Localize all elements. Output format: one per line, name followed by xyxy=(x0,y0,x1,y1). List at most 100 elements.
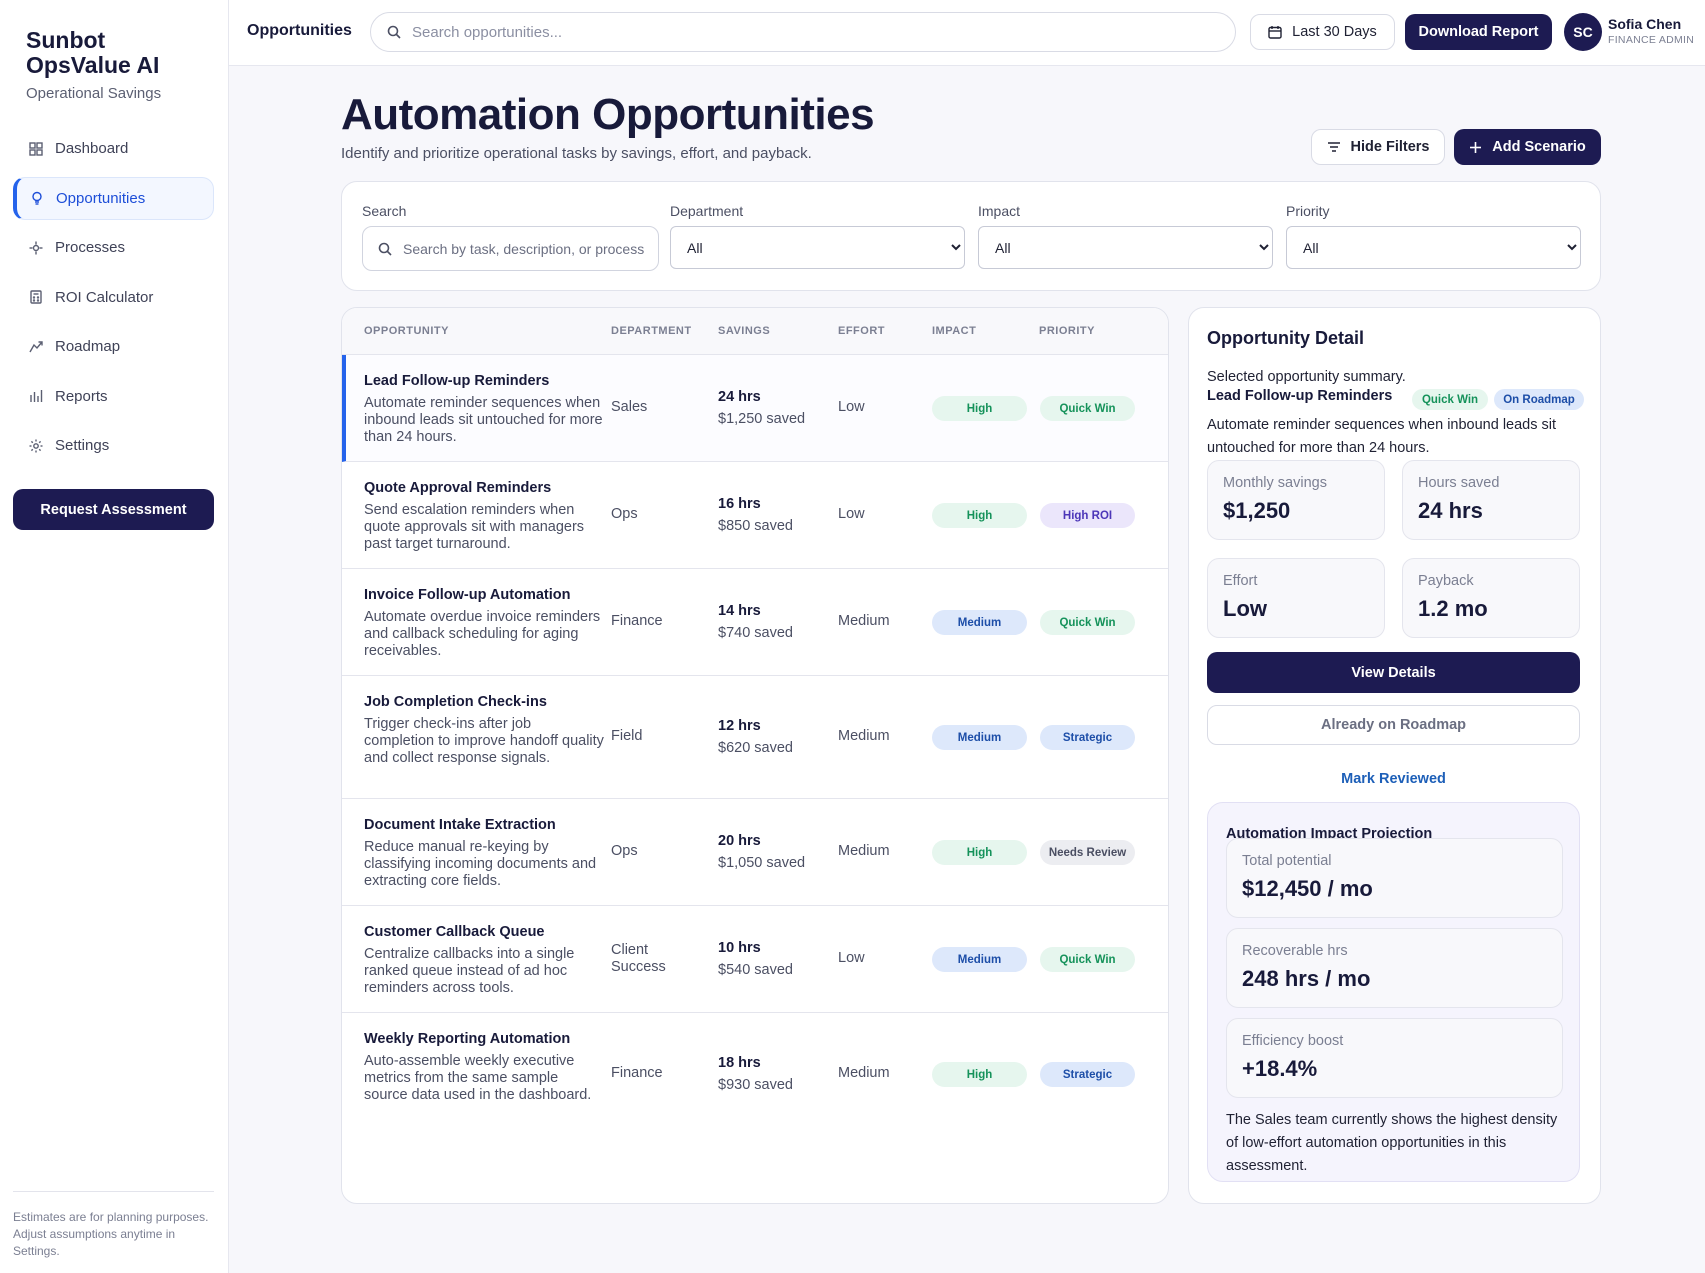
row-department: Client Success xyxy=(611,942,666,975)
row-opportunity: Document Intake Extraction Reduce manual… xyxy=(364,817,604,890)
row-opportunity: Quote Approval Reminders Send escalation… xyxy=(364,480,604,553)
brand-name-line2: OpsValue AI xyxy=(26,52,160,78)
already-on-roadmap-button[interactable]: Already on Roadmap xyxy=(1207,705,1580,745)
row-opportunity: Weekly Reporting Automation Auto-assembl… xyxy=(364,1031,604,1104)
page-subtitle: Identify and prioritize operational task… xyxy=(341,145,812,162)
col-impact[interactable]: IMPACT xyxy=(932,325,976,337)
row-department: Finance xyxy=(611,613,663,629)
row-opportunity: Job Completion Check-ins Trigger check-i… xyxy=(364,694,604,767)
row-description: Trigger check-ins after job completion t… xyxy=(364,716,604,766)
row-department: Ops xyxy=(611,506,638,522)
quick-win-badge: Quick Win xyxy=(1412,389,1488,410)
table-row[interactable]: Lead Follow-up Reminders Automate remind… xyxy=(342,355,1168,462)
detail-opportunity-name: Lead Follow-up Reminders xyxy=(1207,388,1393,404)
priority-select[interactable]: All xyxy=(1286,226,1581,269)
sidebar-item-roi-calculator[interactable]: ROI Calculator xyxy=(13,276,214,319)
user-name: Sofia Chen xyxy=(1608,16,1682,32)
row-saved: $540 saved xyxy=(718,962,793,978)
page-title: Automation Opportunities xyxy=(341,90,875,139)
sidebar-item-label: Processes xyxy=(55,239,126,256)
sidebar-item-settings[interactable]: Settings xyxy=(13,424,214,467)
user-role: FINANCE ADMIN xyxy=(1608,34,1695,46)
row-department: Ops xyxy=(611,843,638,859)
table-row[interactable]: Quote Approval Reminders Send escalation… xyxy=(342,462,1168,569)
table-row[interactable]: Document Intake Extraction Reduce manual… xyxy=(342,799,1168,906)
department-select[interactable]: All xyxy=(670,226,965,269)
col-effort[interactable]: EFFORT xyxy=(838,325,885,337)
sidebar-footer-note: Estimates are for planning purposes. Adj… xyxy=(13,1210,209,1258)
stat-value: Low xyxy=(1223,596,1267,621)
total-potential-stat: Total potential $12,450 / mo xyxy=(1226,838,1563,918)
search-icon xyxy=(387,25,401,39)
stat-label: Recoverable hrs xyxy=(1242,943,1348,959)
stat-value: $1,250 xyxy=(1223,498,1291,523)
stat-label: Payback xyxy=(1418,573,1474,589)
download-report-button[interactable]: Download Report xyxy=(1405,14,1552,50)
col-savings[interactable]: SAVINGS xyxy=(718,325,770,337)
row-description: Reduce manual re-keying by classifying i… xyxy=(364,839,597,889)
process-icon xyxy=(29,241,43,255)
row-savings: 16 hrs $850 saved xyxy=(718,496,793,534)
impact-badge: Medium xyxy=(932,725,1027,750)
row-opportunity: Invoice Follow-up Automation Automate ov… xyxy=(364,587,604,660)
row-title: Job Completion Check-ins xyxy=(364,694,547,710)
date-range-button[interactable]: Last 30 Days xyxy=(1250,14,1395,50)
row-title: Invoice Follow-up Automation xyxy=(364,587,571,603)
row-effort: Low xyxy=(838,399,865,415)
row-title: Weekly Reporting Automation xyxy=(364,1031,571,1047)
row-savings: 20 hrs $1,050 saved xyxy=(718,833,805,871)
impact-badge: High xyxy=(932,1062,1027,1087)
sidebar-item-dashboard[interactable]: Dashboard xyxy=(13,127,214,170)
priority-badge: Quick Win xyxy=(1040,947,1135,972)
priority-badge: Strategic xyxy=(1040,725,1135,750)
stat-label: Monthly savings xyxy=(1223,475,1327,491)
topbar: Opportunities Last 30 Days Download Repo… xyxy=(229,0,1705,66)
sidebar-item-reports[interactable]: Reports xyxy=(13,375,214,418)
filter-search-input[interactable] xyxy=(403,240,653,257)
impact-select[interactable]: All xyxy=(978,226,1273,269)
priority-badge: Needs Review xyxy=(1040,840,1135,865)
row-saved: $930 saved xyxy=(718,1077,793,1093)
row-hours: 24 hrs xyxy=(718,389,761,405)
sidebar-divider xyxy=(13,1191,214,1192)
row-saved: $1,050 saved xyxy=(718,855,806,871)
avatar[interactable]: SC xyxy=(1564,13,1602,51)
row-description: Automate overdue invoice reminders and c… xyxy=(364,609,601,659)
top-search-box[interactable] xyxy=(370,12,1236,52)
add-scenario-label: Add Scenario xyxy=(1492,139,1586,155)
hide-filters-label: Hide Filters xyxy=(1350,139,1430,155)
priority-badge: Strategic xyxy=(1040,1062,1135,1087)
filter-search-box[interactable] xyxy=(362,226,659,271)
recoverable-hours-stat: Recoverable hrs 248 hrs / mo xyxy=(1226,928,1563,1008)
col-priority[interactable]: PRIORITY xyxy=(1039,325,1095,337)
request-assessment-button[interactable]: Request Assessment xyxy=(13,489,214,530)
sidebar-item-processes[interactable]: Processes xyxy=(13,226,214,269)
mark-reviewed-link[interactable]: Mark Reviewed xyxy=(1207,771,1580,787)
sidebar-item-roadmap[interactable]: Roadmap xyxy=(13,325,214,368)
topbar-title: Opportunities xyxy=(247,22,352,39)
row-opportunity: Customer Callback Queue Centralize callb… xyxy=(364,924,604,997)
view-details-button[interactable]: View Details xyxy=(1207,652,1580,693)
table-row[interactable]: Customer Callback Queue Centralize callb… xyxy=(342,906,1168,1013)
dashboard-icon xyxy=(29,141,43,156)
impact-badge: Medium xyxy=(932,947,1027,972)
filter-icon xyxy=(1327,141,1341,153)
impact-badge: Medium xyxy=(932,610,1027,635)
col-opportunity[interactable]: OPPORTUNITY xyxy=(364,325,449,337)
on-roadmap-badge: On Roadmap xyxy=(1494,389,1584,410)
row-department: Field xyxy=(611,728,643,744)
top-search-input[interactable] xyxy=(412,23,1192,41)
hide-filters-button[interactable]: Hide Filters xyxy=(1311,129,1445,165)
payback-stat: Payback 1.2 mo xyxy=(1402,558,1580,638)
table-row[interactable]: Job Completion Check-ins Trigger check-i… xyxy=(342,676,1168,799)
row-saved: $740 saved xyxy=(718,625,793,641)
row-saved: $850 saved xyxy=(718,518,793,534)
stat-value: 1.2 mo xyxy=(1418,596,1488,621)
table-row[interactable]: Invoice Follow-up Automation Automate ov… xyxy=(342,569,1168,676)
add-scenario-button[interactable]: Add Scenario xyxy=(1454,129,1601,165)
table-row[interactable]: Weekly Reporting Automation Auto-assembl… xyxy=(342,1013,1168,1136)
col-department[interactable]: DEPARTMENT xyxy=(611,325,692,337)
sidebar-item-label: Settings xyxy=(55,437,110,454)
lightbulb-icon xyxy=(30,191,44,205)
sidebar-item-opportunities[interactable]: Opportunities xyxy=(13,176,214,220)
